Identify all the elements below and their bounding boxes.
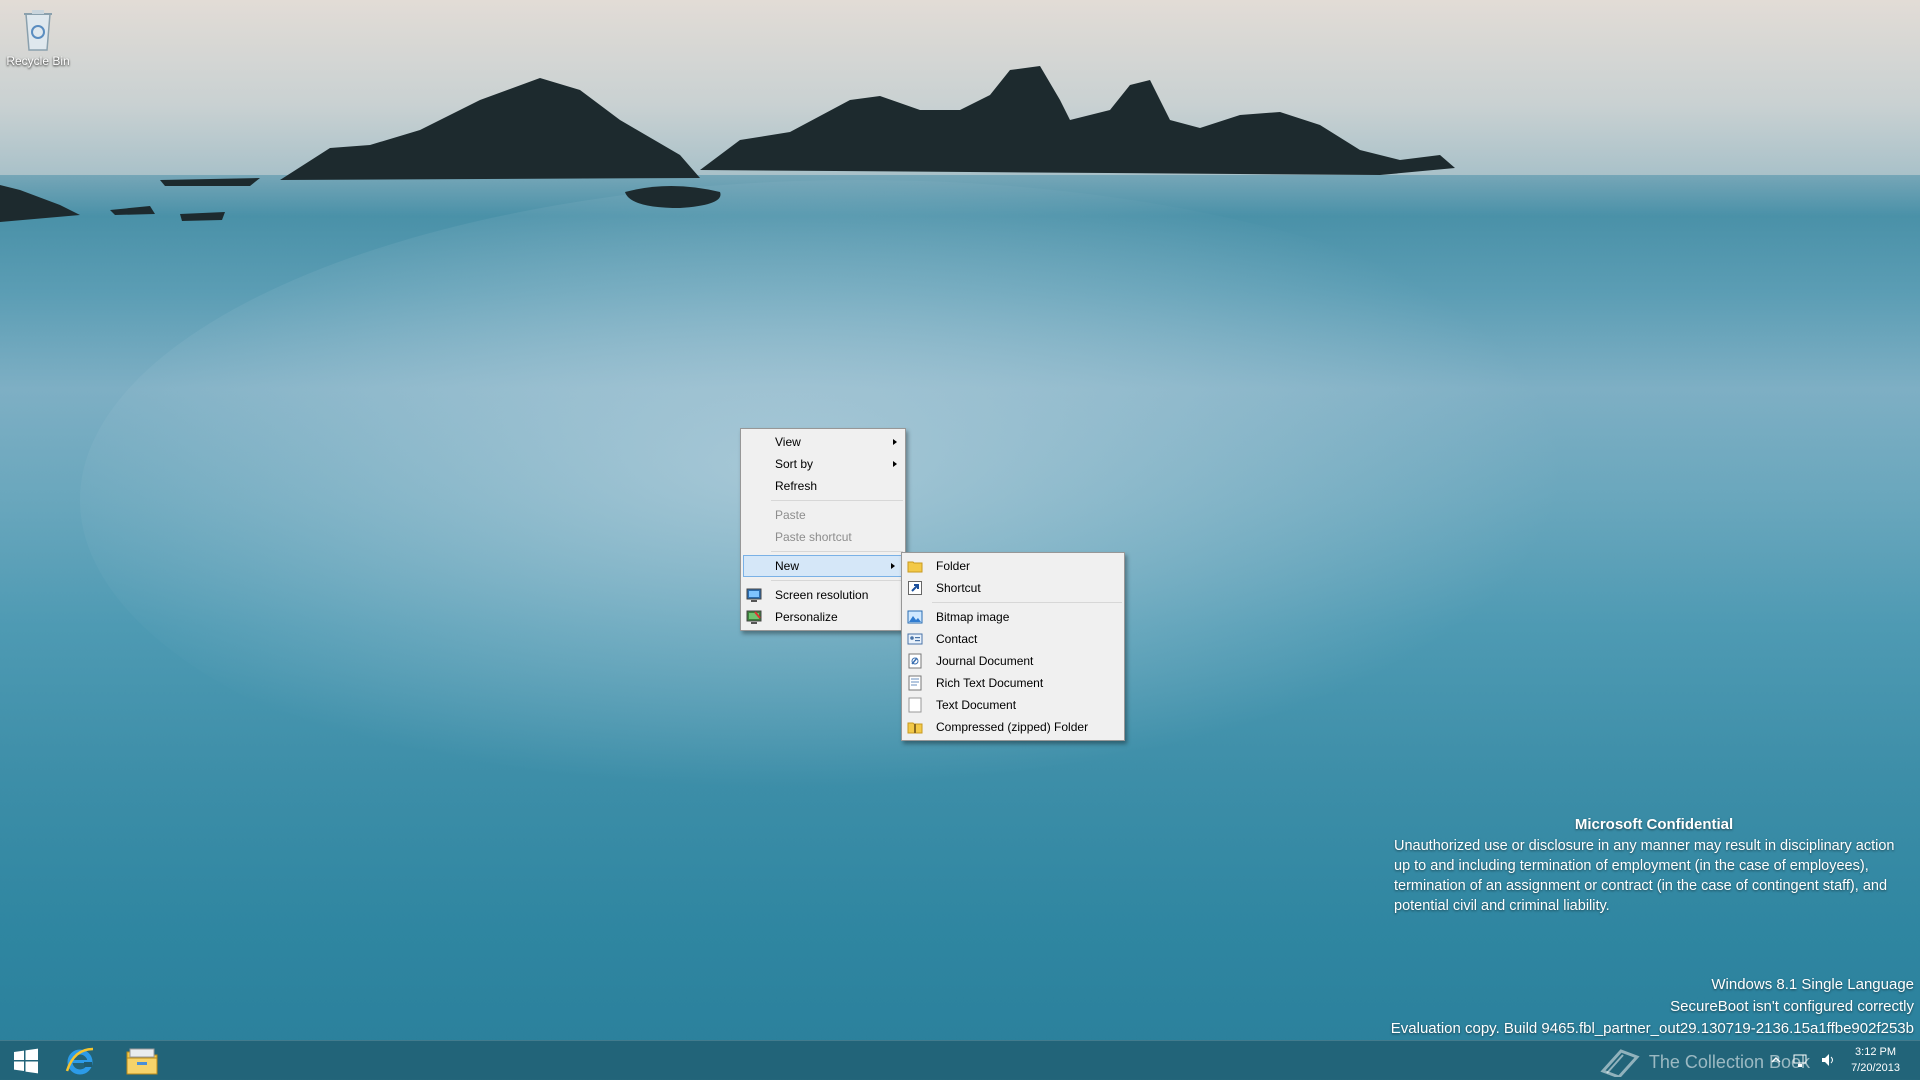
menu-separator [771,580,903,581]
submenu-item-rich-text-document[interactable]: Rich Text Document [902,672,1124,694]
menu-item-label: Paste shortcut [775,530,852,544]
menu-item-refresh[interactable]: Refresh [741,475,905,497]
rich-text-document-icon [908,675,922,691]
submenu-arrow-icon [893,461,897,467]
menu-item-label: Compressed (zipped) Folder [936,720,1089,734]
journal-document-icon [908,653,922,669]
secureboot-text: SecureBoot isn't configured correctly [1670,998,1914,1015]
desktop-context-menu: View Sort by Refresh Paste Paste shortcu… [740,428,906,631]
menu-item-label: Screen resolution [775,588,869,602]
edition-text: Windows 8.1 Single Language [1711,976,1914,993]
submenu-item-shortcut[interactable]: Shortcut [902,577,1124,599]
recycle-bin-desktop-icon[interactable]: Recycle Bin [6,6,70,68]
menu-item-label: Journal Document [936,654,1034,668]
recycle-bin-icon [24,10,52,51]
taskbar-internet-explorer[interactable] [56,1041,104,1080]
folder-icon [907,561,923,573]
taskbar-file-explorer[interactable] [118,1041,166,1080]
internet-explorer-icon [65,1047,94,1075]
start-icon [14,1048,38,1074]
menu-separator [771,551,903,552]
menu-item-label: Refresh [775,479,818,493]
shortcut-icon [908,581,922,595]
confidential-notice: Microsoft Confidential Unauthorized use … [1394,815,1914,916]
menu-item-paste[interactable]: Paste [741,504,905,526]
menu-separator [771,500,903,501]
zipped-folder-icon [907,722,923,734]
menu-separator [932,602,1122,603]
recycle-bin-label: Recycle Bin [6,54,70,68]
confidential-title: Microsoft Confidential [1574,816,1734,833]
menu-item-new[interactable]: New [743,555,903,577]
taskbar-clock[interactable]: 3:12 PM 7/20/2013 [1851,1044,1900,1076]
contact-icon [907,633,923,645]
menu-item-label: Sort by [775,457,814,471]
submenu-item-compressed-folder[interactable]: Compressed (zipped) Folder [902,716,1124,738]
submenu-arrow-icon [891,563,895,569]
bitmap-image-icon [907,610,923,624]
screen-resolution-icon [746,588,762,602]
menu-item-label: Text Document [936,698,1017,712]
submenu-item-journal-document[interactable]: Journal Document [902,650,1124,672]
personalize-icon [746,610,762,624]
system-tray [1770,1051,1838,1069]
menu-item-label: Bitmap image [936,610,1010,624]
submenu-item-bitmap-image[interactable]: Bitmap image [902,606,1124,628]
menu-item-label: Rich Text Document [936,676,1044,690]
menu-item-label: View [775,435,801,449]
submenu-arrow-icon [893,439,897,445]
menu-item-label: Contact [936,632,978,646]
build-watermark: Windows 8.1 Single Language SecureBoot i… [1391,974,1914,1040]
show-hidden-icons-icon[interactable] [1770,1051,1782,1069]
menu-item-label: Folder [936,559,971,573]
menu-item-paste-shortcut[interactable]: Paste shortcut [741,526,905,548]
new-submenu: Folder Shortcut Bitmap image Contact Jou… [901,552,1125,741]
menu-item-label: New [775,559,800,573]
menu-item-label: Personalize [775,610,838,624]
network-icon[interactable] [1792,1051,1810,1069]
book-icon [1600,1049,1640,1077]
submenu-item-contact[interactable]: Contact [902,628,1124,650]
desktop-wallpaper [0,0,1920,820]
submenu-item-folder[interactable]: Folder [902,555,1124,577]
menu-item-label: Shortcut [936,581,981,595]
text-document-icon [908,697,922,713]
clock-time: 3:12 PM [1855,1046,1897,1058]
start-button[interactable] [2,1041,50,1080]
menu-item-label: Paste [775,508,806,522]
menu-item-personalize[interactable]: Personalize [741,606,905,628]
submenu-item-text-document[interactable]: Text Document [902,694,1124,716]
clock-date: 7/20/2013 [1851,1062,1900,1074]
volume-icon[interactable] [1820,1051,1838,1069]
file-explorer-icon [126,1048,158,1075]
menu-item-screen-resolution[interactable]: Screen resolution [741,584,905,606]
confidential-body: Unauthorized use or disclosure in any ma… [1394,838,1895,914]
menu-item-view[interactable]: View [741,431,905,453]
build-text: Evaluation copy. Build 9465.fbl_partner_… [1390,1020,1914,1037]
taskbar: The Collection Book 3:12 PM 7/20/2013 [0,1040,1920,1080]
menu-item-sort-by[interactable]: Sort by [741,453,905,475]
